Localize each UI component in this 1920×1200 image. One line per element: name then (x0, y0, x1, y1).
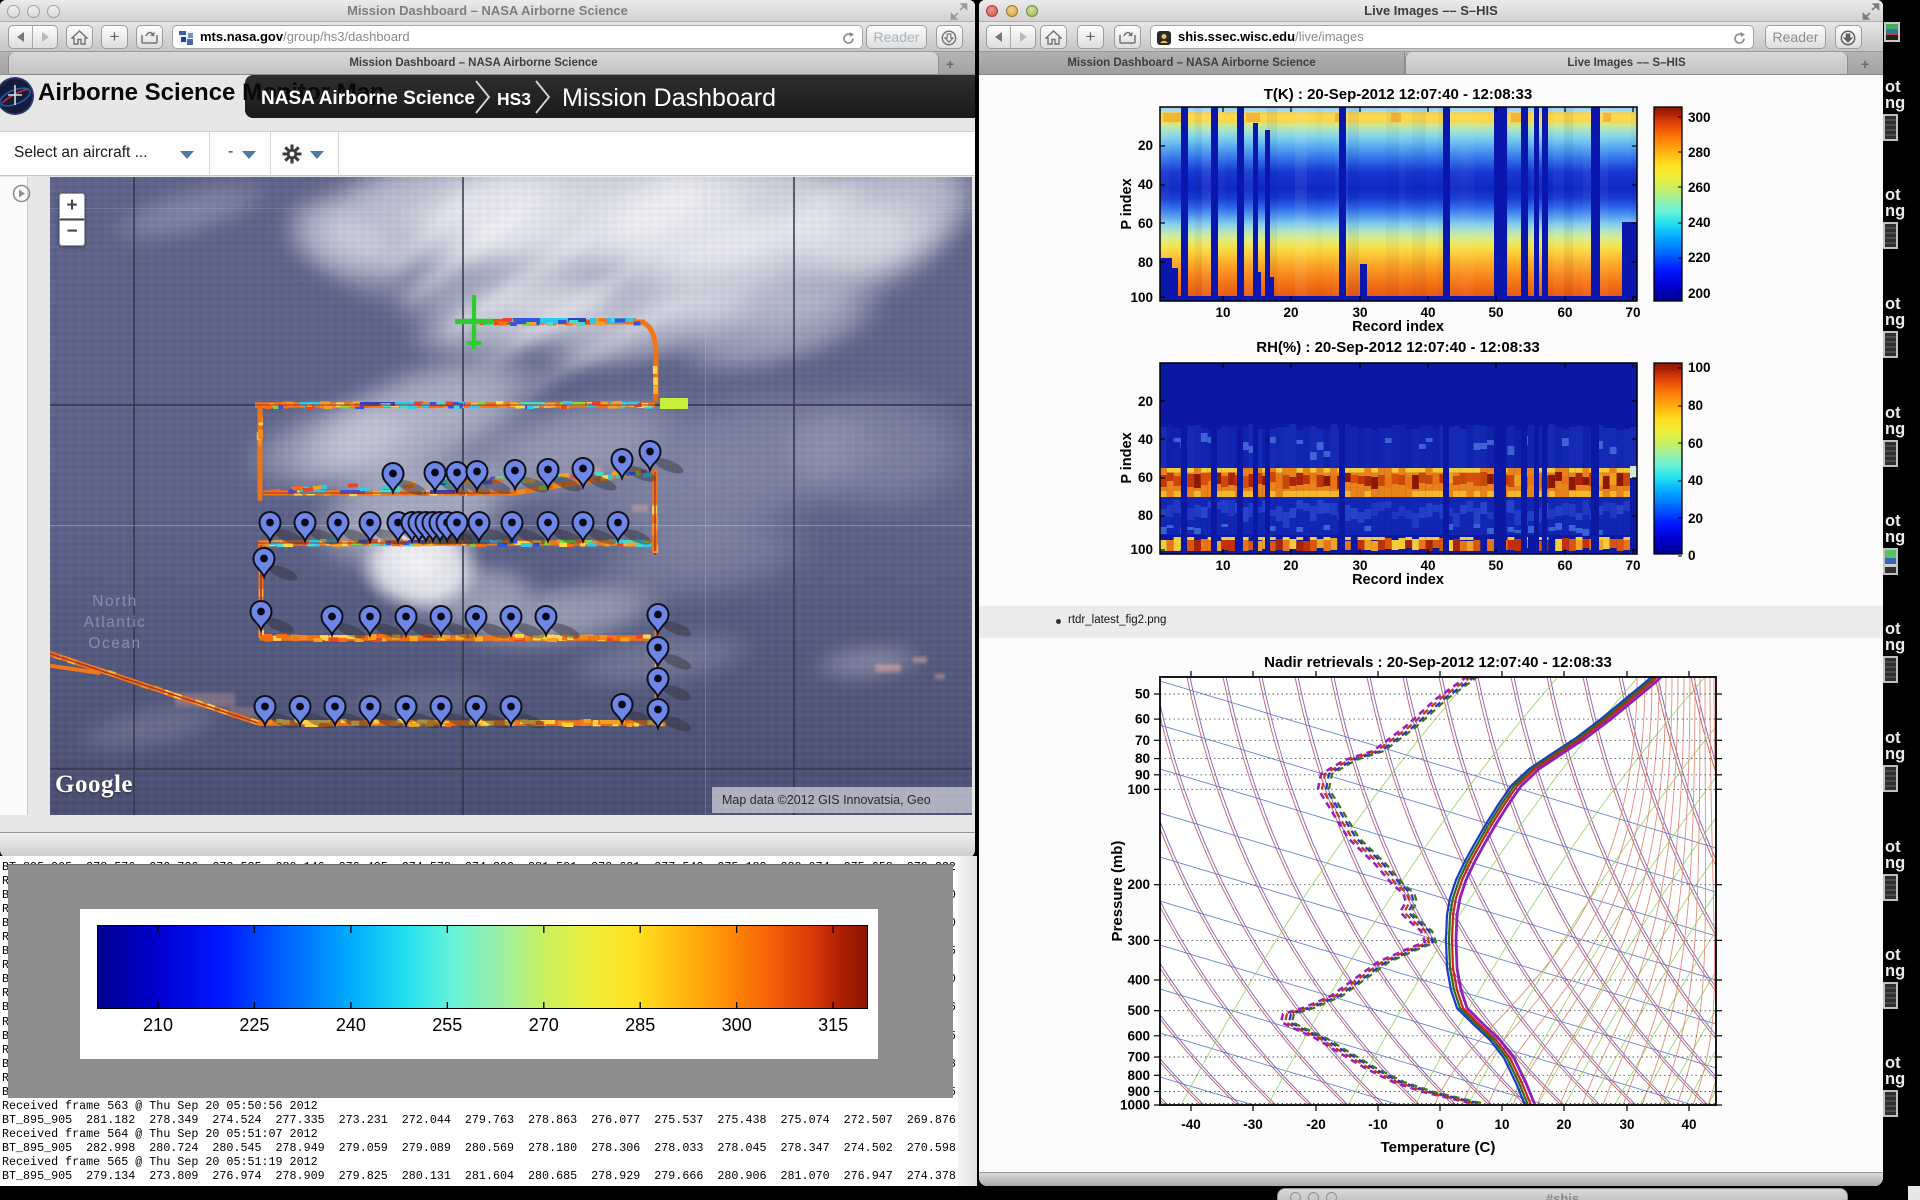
svg-text:-20: -20 (1306, 1117, 1326, 1132)
svg-text:220: 220 (1688, 250, 1711, 265)
svg-text:20: 20 (1138, 394, 1153, 409)
svg-text:500: 500 (1127, 1003, 1150, 1018)
svg-text:-40: -40 (1181, 1117, 1201, 1132)
svg-text:30: 30 (1352, 305, 1367, 320)
svg-text:285: 285 (625, 1015, 655, 1035)
svg-text:210: 210 (143, 1015, 173, 1035)
svg-text:60: 60 (1138, 216, 1153, 231)
svg-text:Temperature (C): Temperature (C) (1381, 1139, 1496, 1156)
svg-text:60: 60 (1138, 470, 1153, 485)
svg-text:60: 60 (1135, 712, 1150, 727)
svg-text:225: 225 (239, 1015, 269, 1035)
svg-text:30: 30 (1352, 558, 1367, 573)
svg-text:20: 20 (1283, 558, 1298, 573)
svg-text:260: 260 (1688, 180, 1711, 195)
svg-text:Record index: Record index (1352, 319, 1444, 335)
svg-text:-30: -30 (1243, 1117, 1263, 1132)
svg-text:280: 280 (1688, 145, 1711, 160)
svg-text:70: 70 (1625, 305, 1640, 320)
svg-text:30: 30 (1619, 1117, 1634, 1132)
svg-text:800: 800 (1127, 1068, 1150, 1083)
svg-text:0: 0 (1436, 1117, 1444, 1132)
svg-text:40: 40 (1420, 558, 1435, 573)
svg-text:700: 700 (1127, 1050, 1150, 1065)
svg-text:200: 200 (1688, 286, 1711, 301)
svg-text:10: 10 (1215, 558, 1230, 573)
svg-text:50: 50 (1135, 687, 1150, 702)
svg-text:1000: 1000 (1120, 1098, 1150, 1113)
svg-text:400: 400 (1127, 973, 1150, 988)
svg-text:80: 80 (1135, 751, 1150, 766)
svg-text:60: 60 (1557, 305, 1572, 320)
svg-text:60: 60 (1688, 436, 1703, 451)
svg-text:90: 90 (1135, 767, 1150, 782)
svg-text:RH(%) : 20-Sep-2012 12:07:40 -: RH(%) : 20-Sep-2012 12:07:40 - 12:08:33 (1256, 339, 1539, 356)
svg-text:Pressure (mb): Pressure (mb) (1109, 841, 1126, 942)
svg-text:80: 80 (1688, 398, 1703, 413)
svg-text:300: 300 (1688, 110, 1711, 125)
svg-text:100: 100 (1127, 782, 1150, 797)
svg-text:60: 60 (1557, 558, 1572, 573)
svg-text:-10: -10 (1368, 1117, 1388, 1132)
svg-text:200: 200 (1127, 877, 1150, 892)
svg-text:50: 50 (1488, 558, 1503, 573)
svg-text:10: 10 (1494, 1117, 1509, 1132)
svg-text:Nadir retrievals : 20-Sep-2012: Nadir retrievals : 20-Sep-2012 12:07:40 … (1264, 654, 1612, 671)
svg-text:600: 600 (1127, 1028, 1150, 1043)
svg-text:Record index: Record index (1352, 572, 1444, 588)
svg-text:80: 80 (1138, 255, 1153, 270)
svg-text:255: 255 (432, 1015, 462, 1035)
svg-text:T(K) : 20-Sep-2012 12:07:40 -: T(K) : 20-Sep-2012 12:07:40 - 12:08:33 (1264, 86, 1532, 103)
svg-text:70: 70 (1135, 733, 1150, 748)
svg-text:0: 0 (1688, 548, 1696, 563)
svg-text:P index: P index (1119, 432, 1135, 483)
svg-text:300: 300 (722, 1015, 752, 1035)
svg-text:50: 50 (1488, 305, 1503, 320)
svg-text:70: 70 (1625, 558, 1640, 573)
svg-text:40: 40 (1688, 473, 1703, 488)
svg-text:100: 100 (1130, 542, 1153, 557)
svg-text:100: 100 (1130, 290, 1153, 305)
svg-text:40: 40 (1138, 432, 1153, 447)
svg-text:40: 40 (1681, 1117, 1696, 1132)
svg-text:100: 100 (1688, 360, 1711, 375)
svg-text:40: 40 (1138, 177, 1153, 192)
svg-text:P index: P index (1119, 178, 1135, 229)
svg-text:20: 20 (1138, 138, 1153, 153)
svg-text:240: 240 (336, 1015, 366, 1035)
svg-text:20: 20 (1556, 1117, 1571, 1132)
svg-text:10: 10 (1215, 305, 1230, 320)
svg-text:270: 270 (529, 1015, 559, 1035)
svg-text:315: 315 (818, 1015, 848, 1035)
svg-text:40: 40 (1420, 305, 1435, 320)
svg-text:80: 80 (1138, 508, 1153, 523)
svg-text:20: 20 (1283, 305, 1298, 320)
svg-text:20: 20 (1688, 511, 1703, 526)
svg-text:300: 300 (1127, 933, 1150, 948)
svg-text:240: 240 (1688, 215, 1711, 230)
